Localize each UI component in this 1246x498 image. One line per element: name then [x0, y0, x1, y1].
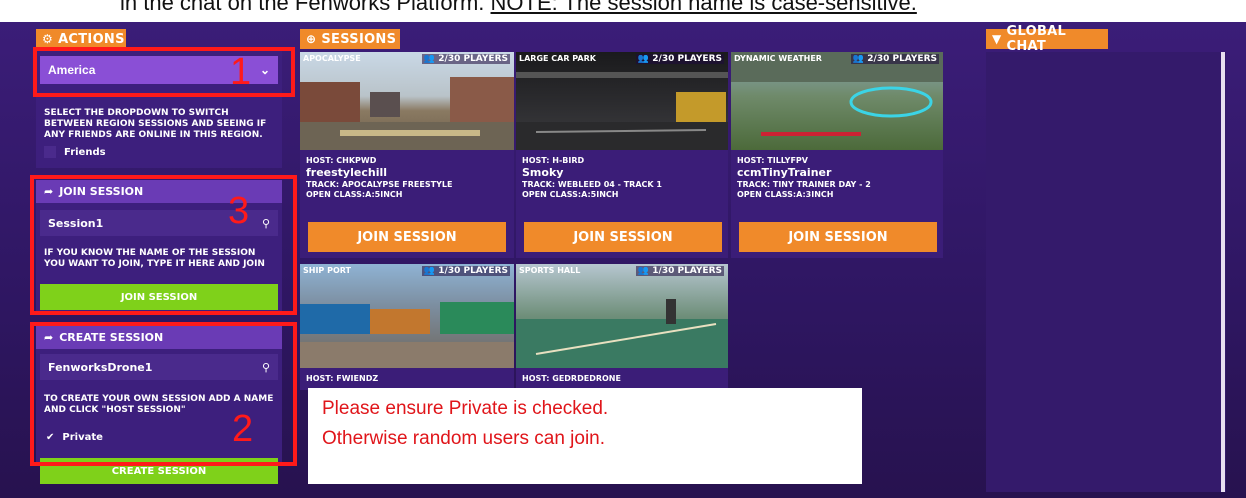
private-notice-callout: Please ensure Private is checked. Otherw… — [308, 388, 862, 484]
session-name: ccmTinyTrainer — [737, 166, 832, 179]
filter-icon: ▼ — [992, 32, 1002, 46]
session-card[interactable]: SHIP PORT 👥 1/30 PLAYERS HOST: FWIENDZ — [300, 264, 514, 390]
map-preview — [300, 77, 514, 150]
players-text: 2/30 PLAYERS — [652, 54, 722, 64]
players-text: 2/30 PLAYERS — [438, 54, 508, 64]
notice-line-1: Please ensure Private is checked. — [322, 398, 609, 419]
map-label: APOCALYPSE — [303, 54, 361, 63]
players-count: 👥 2/30 PLAYERS — [635, 54, 724, 64]
session-host: HOST: GEDRDEDRONE — [522, 374, 621, 383]
map-label: SPORTS HALL — [519, 266, 581, 275]
sessions-title: SESSIONS — [321, 31, 397, 47]
session-thumbnail: LARGE CAR PARK 👥 2/30 PLAYERS — [516, 52, 728, 150]
map-preview — [516, 72, 728, 150]
annotation-number-1: 1 — [230, 51, 252, 93]
annotation-box-2 — [30, 322, 297, 466]
sessions-header: ⊕ SESSIONS — [300, 29, 400, 49]
gear-icon: ⚙ — [42, 32, 54, 46]
global-chat-header: ▼ GLOBAL CHAT — [986, 24, 1108, 54]
map-preview — [516, 299, 728, 368]
region-help-text: SELECT THE DROPDOWN TO SWITCH BETWEEN RE… — [44, 108, 267, 140]
players-count: 👥 2/30 PLAYERS — [850, 54, 939, 64]
annotation-box-3 — [30, 175, 297, 315]
players-count: 👥 2/30 PLAYERS — [421, 54, 510, 64]
session-host: HOST: H-BIRD — [522, 156, 585, 165]
session-track: TRACK: TINY TRAINER DAY - 2 — [737, 180, 871, 189]
map-label: SHIP PORT — [303, 266, 352, 275]
session-name: freestylechill — [306, 166, 388, 179]
players-text: 1/30 PLAYERS — [438, 266, 508, 276]
annotation-number-2: 2 — [232, 408, 254, 450]
session-meta: HOST: H-BIRD Smoky TRACK: WEBLEED 04 - T… — [516, 150, 728, 200]
global-chat-title: GLOBAL CHAT — [1006, 24, 1067, 54]
global-chat-pane — [986, 52, 1226, 492]
session-card[interactable]: LARGE CAR PARK 👥 2/30 PLAYERS HOST: H-BI… — [516, 52, 728, 258]
join-session-button[interactable]: JOIN SESSION — [308, 222, 506, 252]
globe-icon: ⊕ — [306, 32, 317, 46]
session-thumbnail: SHIP PORT 👥 1/30 PLAYERS — [300, 264, 514, 368]
players-count: 👥 1/30 PLAYERS — [421, 266, 510, 276]
session-name: Smoky — [522, 166, 564, 179]
session-meta: HOST: CHKPWD freestylechill TRACK: APOCA… — [300, 150, 514, 200]
session-host: HOST: TILLYFPV — [737, 156, 808, 165]
session-card[interactable]: APOCALYPSE 👥 2/30 PLAYERS HOST: CHKPWD f… — [300, 52, 514, 258]
actions-title: ACTIONS — [58, 31, 125, 47]
friends-checkbox[interactable] — [44, 146, 56, 158]
session-thumbnail: DYNAMIC WEATHER 👥 2/30 PLAYERS — [731, 52, 943, 150]
players-text: 1/30 PLAYERS — [652, 266, 722, 276]
session-host: HOST: CHKPWD — [306, 156, 377, 165]
session-track: TRACK: APOCALYPSE FREESTYLE — [306, 180, 453, 189]
friends-toggle[interactable]: Friends — [44, 146, 106, 158]
session-thumbnail: APOCALYPSE 👥 2/30 PLAYERS — [300, 52, 514, 150]
session-card[interactable]: SPORTS HALL 👥 1/30 PLAYERS HOST: GEDRDED… — [516, 264, 728, 390]
session-class: OPEN CLASS:A:5INCH — [306, 190, 403, 199]
chat-scrollbar[interactable] — [1221, 52, 1225, 492]
session-thumbnail: SPORTS HALL 👥 1/30 PLAYERS — [516, 264, 728, 368]
players-text: 2/30 PLAYERS — [867, 54, 937, 64]
map-label: LARGE CAR PARK — [519, 54, 596, 63]
instruction-caption: in the chat on the Fenworks Platform. NO… — [0, 0, 1246, 22]
session-meta: HOST: FWIENDZ — [300, 368, 514, 384]
session-meta: HOST: TILLYFPV ccmTinyTrainer TRACK: TIN… — [731, 150, 943, 200]
annotation-number-3: 3 — [228, 190, 250, 232]
session-card[interactable]: DYNAMIC WEATHER 👥 2/30 PLAYERS HOST: TIL… — [731, 52, 943, 258]
actions-header: ⚙ ACTIONS — [36, 29, 126, 49]
map-preview — [300, 302, 514, 368]
session-host: HOST: FWIENDZ — [306, 374, 379, 383]
session-meta: HOST: GEDRDEDRONE — [516, 368, 728, 384]
session-class: OPEN CLASS:A:5INCH — [522, 190, 619, 199]
map-label: DYNAMIC WEATHER — [734, 54, 822, 63]
join-session-button[interactable]: JOIN SESSION — [524, 222, 722, 252]
session-class: OPEN CLASS:A:3INCH — [737, 190, 834, 199]
map-preview — [731, 52, 943, 136]
friends-label: Friends — [64, 146, 106, 158]
caption-text: in the chat on the Fenworks Platform. — [120, 0, 491, 15]
caption-note: NOTE: The session name is case-sensitive… — [490, 0, 917, 15]
annotation-box-1 — [33, 47, 295, 97]
notice-line-2: Otherwise random users can join. — [322, 428, 606, 449]
join-session-button[interactable]: JOIN SESSION — [739, 222, 937, 252]
session-track: TRACK: WEBLEED 04 - TRACK 1 — [522, 180, 662, 189]
players-count: 👥 1/30 PLAYERS — [635, 266, 724, 276]
